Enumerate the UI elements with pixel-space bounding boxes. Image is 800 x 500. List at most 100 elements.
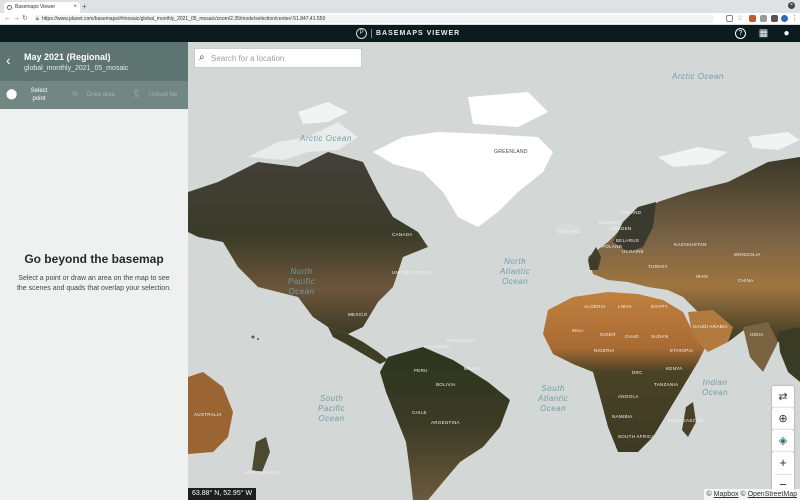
country-label: SWEDEN xyxy=(610,226,632,231)
country-label: LIBYA xyxy=(618,304,632,309)
country-label: CANADA xyxy=(392,232,413,237)
upload-file-button[interactable]: ⇪ Upload file xyxy=(132,81,184,109)
mosaic-name: global_monthly_2021_05_mosaic xyxy=(24,65,129,72)
country-label: POLAND xyxy=(602,244,623,249)
sidebar: ‹ May 2021 (Regional) global_monthly_202… xyxy=(0,42,188,500)
apps-grid-icon[interactable]: ▦ xyxy=(757,27,770,40)
location-search[interactable]: ⌕ xyxy=(194,48,362,68)
mosaic-title: May 2021 (Regional) xyxy=(24,52,111,62)
country-label: VENEZUELA xyxy=(446,338,476,343)
draw-area-icon: ⌗ xyxy=(72,89,78,100)
country-label: ICELAND xyxy=(559,229,581,234)
country-label: INDIA xyxy=(750,332,764,337)
reload-icon[interactable]: ↻ xyxy=(22,14,28,24)
help-icon[interactable]: ? xyxy=(735,28,746,39)
extension-icon[interactable] xyxy=(749,15,756,22)
country-label: FINLAND xyxy=(620,210,642,215)
country-label: SUDAN xyxy=(651,334,669,339)
attribution-separator: © xyxy=(738,491,748,498)
forward-arrow-icon[interactable]: → xyxy=(13,14,20,24)
ocean-label: Arctic Ocean xyxy=(300,134,352,143)
map-pin-icon: ⬤ xyxy=(6,89,18,100)
attribution-prefix: © xyxy=(706,491,714,498)
select-point-label-2: point xyxy=(32,96,46,102)
ocean-label: Indian Ocean xyxy=(702,378,729,397)
north-america-landmass xyxy=(188,152,428,334)
browser-tab[interactable]: Basemaps Viewer × xyxy=(4,2,80,13)
draw-area-button[interactable]: ⌗ Draw area xyxy=(72,81,122,109)
country-label: SAUDI ARABIA xyxy=(693,324,728,329)
extension-icon[interactable] xyxy=(760,15,767,22)
empty-state-description: Select a point or draw an area on the ma… xyxy=(16,275,172,292)
planet-favicon-icon xyxy=(7,5,12,10)
user-account-icon[interactable]: ● xyxy=(780,27,793,40)
country-label: MONGOLIA xyxy=(734,252,761,257)
tab-close-icon[interactable]: × xyxy=(73,2,77,13)
app-header: P BASEMAPS VIEWER ? ▦ ● xyxy=(0,25,800,42)
country-label: SOUTH AFRICA xyxy=(618,434,655,439)
country-label: BRAZIL xyxy=(464,366,482,371)
new-tab-button[interactable]: + xyxy=(82,2,87,11)
map-canvas[interactable]: Arctic Ocean Arctic Ocean North Pacific … xyxy=(188,42,800,500)
lock-icon: 🔒︎ xyxy=(36,16,39,22)
back-chevron-icon[interactable]: ‹ xyxy=(6,53,11,67)
world-map xyxy=(188,92,800,500)
country-label: MEXICO xyxy=(348,312,368,317)
tab-title: Basemaps Viewer xyxy=(15,4,56,10)
map-attribution: © Mapbox © OpenStreetMap xyxy=(703,489,800,500)
country-label: EGYPT xyxy=(651,304,668,309)
country-label: NEW ZEALAND xyxy=(244,470,280,475)
country-label: KAZAKHSTAN xyxy=(674,242,707,247)
window-close-icon[interactable]: × xyxy=(788,2,795,9)
zoom-icon[interactable] xyxy=(726,15,733,22)
country-label: ALGERIA xyxy=(584,304,606,309)
ocean-label: North Pacific Ocean xyxy=(288,267,316,296)
central-america-landmass xyxy=(328,327,388,364)
layers-button[interactable]: ◈ xyxy=(772,430,794,452)
sidebar-body xyxy=(0,109,188,500)
country-label: TURKEY xyxy=(648,264,669,269)
search-input[interactable] xyxy=(211,52,357,65)
url-field[interactable]: 🔒︎ https://www.planet.com/basemaps/#/mos… xyxy=(34,15,714,23)
country-label: CHILE xyxy=(412,410,427,415)
ocean-label: Arctic Ocean xyxy=(672,72,724,81)
country-label: BELARUS xyxy=(616,238,640,243)
upload-file-label: Upload file xyxy=(149,92,178,98)
draw-area-label: Draw area xyxy=(87,92,115,98)
browser-menu-icon[interactable]: ⋮ xyxy=(791,15,798,22)
ocean-label: South Pacific Ocean xyxy=(318,394,346,423)
country-label: GREENLAND xyxy=(494,149,528,155)
country-label: CHINA xyxy=(738,278,754,283)
selection-toolbar: ⬤ Select point ⌗ Draw area ⇪ Upload file xyxy=(0,81,188,109)
country-label: MALI xyxy=(572,328,584,333)
country-label: TANZANIA xyxy=(654,382,679,387)
address-bar: ← → ↻ 🔒︎ https://www.planet.com/basemaps… xyxy=(0,13,800,25)
greenland-landmass xyxy=(373,132,553,227)
country-label: ANGOLA xyxy=(618,394,639,399)
country-label: UKRAINE xyxy=(622,249,645,254)
country-label: NIGERIA xyxy=(594,348,615,353)
country-label: AUSTRALIA xyxy=(194,412,222,417)
zoom-in-button[interactable]: + xyxy=(772,452,794,474)
mapbox-link[interactable]: Mapbox xyxy=(714,491,739,498)
compare-swap-button[interactable]: ⇄ xyxy=(772,386,794,408)
openstreetmap-link[interactable]: OpenStreetMap xyxy=(748,491,797,498)
country-label: CHAD xyxy=(625,334,639,339)
extension-icon[interactable] xyxy=(771,15,778,22)
country-label: NAMIBIA xyxy=(612,414,633,419)
search-icon: ⌕ xyxy=(199,52,205,63)
profile-avatar-icon[interactable] xyxy=(781,15,788,22)
upload-icon: ⇪ xyxy=(132,89,141,100)
country-label: IRAN xyxy=(696,274,708,279)
select-point-label-1: Select xyxy=(30,88,48,94)
star-icon[interactable]: ☆ xyxy=(737,15,744,22)
country-label: BOLIVIA xyxy=(436,382,456,387)
country-label: COLOMBIA xyxy=(424,344,451,349)
locate-button[interactable]: ⊕ xyxy=(772,408,794,430)
new-zealand-landmass xyxy=(252,437,270,472)
empty-state-heading: Go beyond the basemap xyxy=(24,252,164,266)
country-label: DRC xyxy=(632,370,643,375)
back-arrow-icon[interactable]: ← xyxy=(4,14,11,24)
select-point-button[interactable]: ⬤ Select point xyxy=(6,81,62,109)
header-divider xyxy=(371,29,372,38)
